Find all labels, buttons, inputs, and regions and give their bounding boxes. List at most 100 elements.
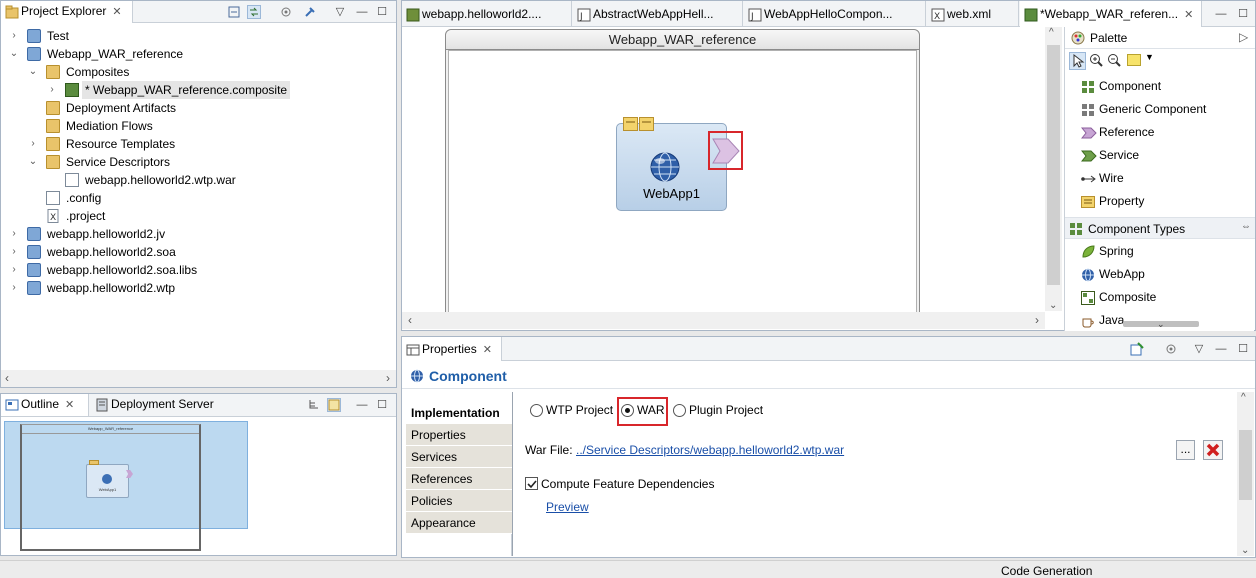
tab-properties[interactable]: Properties ✕ xyxy=(402,337,502,361)
close-icon[interactable]: ✕ xyxy=(483,344,492,356)
preview-link[interactable]: Preview xyxy=(546,500,589,514)
minimize-icon[interactable]: — xyxy=(355,398,369,412)
radio-plugin-project-label: Plugin Project xyxy=(689,403,764,417)
tab-deployment-server[interactable]: Deployment Server xyxy=(91,394,219,416)
scroll-left-icon[interactable]: ‹ xyxy=(408,313,412,327)
side-tab-services[interactable]: Services xyxy=(406,446,512,468)
editor-horizontal-scrollbar[interactable]: ‹ › xyxy=(402,312,1045,329)
link-editor-icon[interactable] xyxy=(247,5,261,19)
radio-wtp-project[interactable] xyxy=(530,404,543,417)
compute-feature-dependencies-checkbox[interactable] xyxy=(525,477,538,490)
component-property-icon[interactable] xyxy=(623,117,655,134)
tab-project-explorer[interactable]: Project Explorer ✕ xyxy=(1,1,133,23)
zoom-in-icon[interactable] xyxy=(1089,53,1103,70)
maximize-icon[interactable]: ☐ xyxy=(1236,7,1250,21)
scroll-up-icon[interactable]: ^ xyxy=(1241,392,1246,403)
side-tab-references[interactable]: References xyxy=(406,468,512,490)
zoom-out-icon[interactable] xyxy=(1107,53,1121,70)
tab-outline[interactable]: Outline ✕ xyxy=(1,394,89,416)
outline-reference-icon xyxy=(126,470,133,478)
expand-arrow-icon[interactable]: › xyxy=(28,135,38,153)
expand-arrow-icon[interactable]: › xyxy=(9,225,19,243)
view-menu-icon[interactable]: ▽ xyxy=(333,5,347,19)
tree-item-label: Service Descriptors xyxy=(66,155,171,169)
war-file-link[interactable]: ../Service Descriptors/webapp.helloworld… xyxy=(576,443,844,457)
tab-editor-web-xml[interactable]: X web.xml xyxy=(927,1,1019,26)
overview-icon[interactable] xyxy=(327,398,341,412)
java-file-icon: J xyxy=(748,5,762,31)
palette-section-component-types[interactable]: Component Types ⇔ xyxy=(1065,217,1255,239)
editor-vertical-scrollbar[interactable]: ^ ⌄ xyxy=(1045,27,1062,311)
tree-item-label: webapp.helloworld2.soa.libs xyxy=(47,263,198,277)
collapse-all-icon[interactable] xyxy=(227,5,241,19)
expand-arrow-icon[interactable]: › xyxy=(9,243,19,261)
folder-icon xyxy=(46,101,60,115)
outline-component-label: WebApp1 xyxy=(98,487,117,492)
minimize-icon[interactable]: — xyxy=(1214,342,1228,356)
composite-file-icon xyxy=(65,83,79,97)
tab-editor-abstract-webapp[interactable]: J AbstractWebAppHell... xyxy=(573,1,743,26)
scroll-up-icon[interactable]: ^ xyxy=(1049,27,1054,38)
tree-item-label: webapp.helloworld2.soa xyxy=(47,245,176,259)
filter-icon[interactable] xyxy=(279,5,293,19)
radio-plugin-project[interactable] xyxy=(673,404,686,417)
pin-icon[interactable] xyxy=(303,5,317,19)
expand-arrow-icon[interactable]: › xyxy=(9,279,19,297)
collapse-arrow-icon[interactable]: ⌄ xyxy=(9,45,19,63)
composite-file-icon xyxy=(1024,5,1038,31)
composite-title: Webapp_WAR_reference xyxy=(446,30,919,50)
dropdown-arrow-icon[interactable]: ▼ xyxy=(1145,52,1154,62)
section-toggle-icon[interactable]: ⇔ xyxy=(1241,221,1251,232)
view-menu-icon[interactable]: ▽ xyxy=(1192,342,1206,356)
tab-editor-webapp-hello-component[interactable]: J WebAppHelloCompon... xyxy=(744,1,926,26)
properties-vertical-scrollbar[interactable]: ^ ⌄ xyxy=(1237,392,1254,556)
expand-arrow-icon[interactable]: › xyxy=(47,81,57,99)
project-icon xyxy=(27,281,41,295)
palette-collapse-icon[interactable]: ▷ xyxy=(1239,30,1248,44)
scroll-right-icon[interactable]: › xyxy=(1035,313,1039,327)
select-tool-icon[interactable] xyxy=(1069,52,1086,70)
close-icon[interactable]: ✕ xyxy=(112,6,121,18)
side-tab-implementation[interactable]: Implementation xyxy=(406,402,512,424)
horizontal-scrollbar[interactable]: ‹ › xyxy=(1,370,396,387)
scroll-thumb[interactable] xyxy=(1047,45,1060,285)
java-cup-icon xyxy=(1081,313,1095,328)
outline-globe-icon xyxy=(102,474,112,484)
side-tab-appearance[interactable]: Appearance xyxy=(406,512,512,534)
browse-button[interactable]: ... xyxy=(1176,440,1195,460)
scroll-right-icon[interactable]: › xyxy=(386,371,390,385)
close-icon[interactable]: ✕ xyxy=(1184,9,1193,21)
tree-item-label: Webapp_WAR_reference xyxy=(47,47,184,61)
tree-item-label: webapp.helloworld2.wtp xyxy=(47,281,176,295)
palette-item-label: Generic Component xyxy=(1099,102,1207,116)
pin-view-icon[interactable] xyxy=(1130,342,1144,356)
component-globe-icon xyxy=(410,369,424,386)
scroll-down-icon[interactable]: ⌄ xyxy=(1241,545,1249,556)
properties-header: Component xyxy=(402,363,1255,389)
scroll-thumb[interactable] xyxy=(1239,430,1252,500)
palette-scroll-down-icon[interactable]: ⌄ xyxy=(1157,319,1165,330)
minimize-icon[interactable]: — xyxy=(355,5,369,19)
scroll-down-icon[interactable]: ⌄ xyxy=(1049,300,1057,311)
side-tab-properties[interactable]: Properties xyxy=(406,424,512,446)
scroll-left-icon[interactable]: ‹ xyxy=(5,371,9,385)
collapse-arrow-icon[interactable]: ⌄ xyxy=(28,153,38,171)
tree-view-icon[interactable] xyxy=(307,398,321,412)
project-explorer-tabbar: Project Explorer ✕ ▽ — ☐ xyxy=(1,1,396,23)
tab-editor-composite[interactable]: *Webapp_WAR_referen... ✕ xyxy=(1020,1,1202,27)
clear-button[interactable] xyxy=(1203,440,1223,460)
side-tab-policies[interactable]: Policies xyxy=(406,490,512,512)
tab-editor-webapp-helloworld2[interactable]: webapp.helloworld2.... xyxy=(402,1,572,26)
collapse-arrow-icon[interactable]: ⌄ xyxy=(28,63,38,81)
maximize-icon[interactable]: ☐ xyxy=(375,5,389,19)
maximize-icon[interactable]: ☐ xyxy=(1236,342,1250,356)
expand-arrow-icon[interactable]: › xyxy=(9,261,19,279)
minimize-icon[interactable]: — xyxy=(1214,7,1228,21)
expand-arrow-icon[interactable]: › xyxy=(9,27,19,45)
filter-icon[interactable] xyxy=(1164,342,1178,356)
tree-item-label: * Webapp_WAR_reference.composite xyxy=(82,81,291,99)
close-icon[interactable]: ✕ xyxy=(65,399,74,411)
palette: Palette ▷ ▼ Component Generic Component … xyxy=(1064,27,1255,331)
maximize-icon[interactable]: ☐ xyxy=(375,398,389,412)
note-icon[interactable] xyxy=(1127,54,1141,66)
